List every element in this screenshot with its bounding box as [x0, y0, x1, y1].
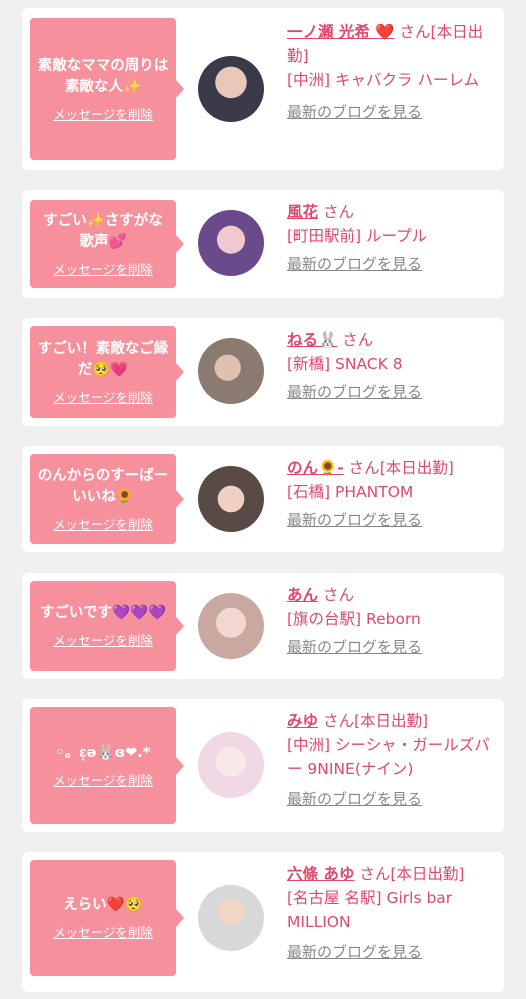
cast-info: 風花 さん [町田駅前] ループル 最新のブログを見る — [287, 200, 499, 276]
message-bubble: すごい✨さすがな歌声💕 メッセージを削除 — [30, 200, 184, 288]
blog-link[interactable]: 最新のブログを見る — [287, 380, 422, 404]
message-card: 素敵なママの周りは素敵な人✨ メッセージを削除 一ノ瀬 光希 ❤️ さん[本日出… — [22, 8, 504, 170]
cast-info: のん🌻‐ さん[本日出勤] [石橋] PHANTOM 最新のブログを見る — [287, 456, 499, 532]
cast-name-link[interactable]: みゆ — [287, 712, 318, 730]
message-card: のんからのすーばーいいね🌻 メッセージを削除 のん🌻‐ さん[本日出勤] [石橋… — [22, 446, 504, 552]
avatar[interactable] — [198, 210, 264, 276]
cast-name-link[interactable]: ねる🐰 — [287, 331, 337, 349]
honorific: さん — [399, 23, 431, 41]
delete-message-link[interactable]: メッセージを削除 — [53, 259, 153, 278]
cast-name-link[interactable]: のん🌻‐ — [287, 459, 344, 477]
message-card: えらい❤️🥺 メッセージを削除 六條 あゆ さん[本日出勤] [名古屋 名駅] … — [22, 852, 504, 992]
honorific: さん — [348, 459, 380, 477]
message-text: 素敵なママの周りは素敵な人✨ — [37, 57, 169, 95]
cast-info: あん さん [旗の台駅] Reborn 最新のブログを見る — [287, 583, 499, 659]
cast-info: ねる🐰 さん [新橋] SNACK 8 最新のブログを見る — [287, 328, 499, 404]
avatar[interactable] — [198, 466, 264, 532]
avatar[interactable] — [198, 593, 264, 659]
cast-info: 一ノ瀬 光希 ❤️ さん[本日出勤] [中洲] キャバクラ ハーレム 最新のブロ… — [287, 20, 499, 124]
message-bubble: 素敵なママの周りは素敵な人✨ メッセージを削除 — [30, 18, 184, 160]
shop-name: [石橋] PHANTOM — [287, 483, 414, 501]
cast-name-link[interactable]: 六條 あゆ — [287, 865, 354, 883]
cast-name-link[interactable]: 一ノ瀬 光希 ❤️ — [287, 23, 395, 41]
honorific: さん — [359, 865, 391, 883]
shop-name: [町田駅前] ループル — [287, 227, 428, 245]
blog-link[interactable]: 最新のブログを見る — [287, 100, 422, 124]
message-text: えらい❤️🥺 — [63, 897, 143, 913]
message-card: ◦。ɛ͙ə🐰ɞ❤︎.* メッセージを削除 みゆ さん[本日出勤] [中洲] シー… — [22, 699, 504, 832]
blog-link[interactable]: 最新のブログを見る — [287, 787, 422, 811]
honorific: さん — [342, 331, 374, 349]
shop-name: [新橋] SNACK 8 — [287, 355, 403, 373]
message-bubble: すごいです💜💜💜 メッセージを削除 — [30, 581, 184, 671]
message-card: すごいです💜💜💜 メッセージを削除 あん さん [旗の台駅] Reborn 最新… — [22, 573, 504, 679]
message-bubble: のんからのすーばーいいね🌻 メッセージを削除 — [30, 454, 184, 544]
shop-name: [中洲] キャバクラ ハーレム — [287, 71, 480, 89]
status-badge: [本日出勤] — [353, 712, 429, 730]
cast-info: 六條 あゆ さん[本日出勤] [名古屋 名駅] Girls bar MILLIO… — [287, 862, 499, 964]
cast-name-link[interactable]: 風花 — [287, 203, 318, 221]
cast-info: みゆ さん[本日出勤] [中洲] シーシャ・ガールズバー 9NINE(ナイン) … — [287, 709, 499, 811]
message-text: すごい✨さすがな歌声💕 — [43, 212, 163, 250]
shop-name: [名古屋 名駅] Girls bar MILLION — [287, 889, 453, 931]
delete-message-link[interactable]: メッセージを削除 — [53, 514, 153, 533]
delete-message-link[interactable]: メッセージを削除 — [53, 770, 153, 789]
message-text: のんからのすーばーいいね🌻 — [37, 467, 169, 505]
avatar[interactable] — [198, 732, 264, 798]
delete-message-link[interactable]: メッセージを削除 — [53, 922, 153, 941]
honorific: さん — [322, 712, 354, 730]
blog-link[interactable]: 最新のブログを見る — [287, 635, 422, 659]
message-bubble: すごい！素敵なご縁だ🥺💗 メッセージを削除 — [30, 326, 184, 418]
delete-message-link[interactable]: メッセージを削除 — [53, 387, 153, 406]
blog-link[interactable]: 最新のブログを見る — [287, 508, 422, 532]
message-bubble: ◦。ɛ͙ə🐰ɞ❤︎.* メッセージを削除 — [30, 707, 184, 824]
message-text: すごいです💜💜💜 — [39, 605, 167, 621]
blog-link[interactable]: 最新のブログを見る — [287, 252, 422, 276]
avatar[interactable] — [198, 338, 264, 404]
message-card: すごい！素敵なご縁だ🥺💗 メッセージを削除 ねる🐰 さん [新橋] SNACK … — [22, 318, 504, 426]
honorific: さん — [322, 203, 354, 221]
shop-name: [中洲] シーシャ・ガールズバー 9NINE(ナイン) — [287, 736, 490, 778]
cast-name-link[interactable]: あん — [287, 586, 318, 604]
delete-message-link[interactable]: メッセージを削除 — [53, 630, 153, 649]
status-badge: [本日出勤] — [390, 865, 465, 883]
status-badge: [本日出勤] — [379, 459, 454, 477]
message-bubble: えらい❤️🥺 メッセージを削除 — [30, 860, 184, 976]
message-text: すごい！素敵なご縁だ🥺💗 — [37, 340, 169, 378]
honorific: さん — [322, 586, 354, 604]
message-text: ◦。ɛ͙ə🐰ɞ❤︎.* — [55, 744, 151, 761]
shop-name: [旗の台駅] Reborn — [287, 610, 421, 628]
avatar[interactable] — [198, 56, 264, 122]
avatar[interactable] — [198, 885, 264, 951]
message-card: すごい✨さすがな歌声💕 メッセージを削除 風花 さん [町田駅前] ループル 最… — [22, 190, 504, 298]
delete-message-link[interactable]: メッセージを削除 — [53, 104, 153, 123]
blog-link[interactable]: 最新のブログを見る — [287, 940, 422, 964]
